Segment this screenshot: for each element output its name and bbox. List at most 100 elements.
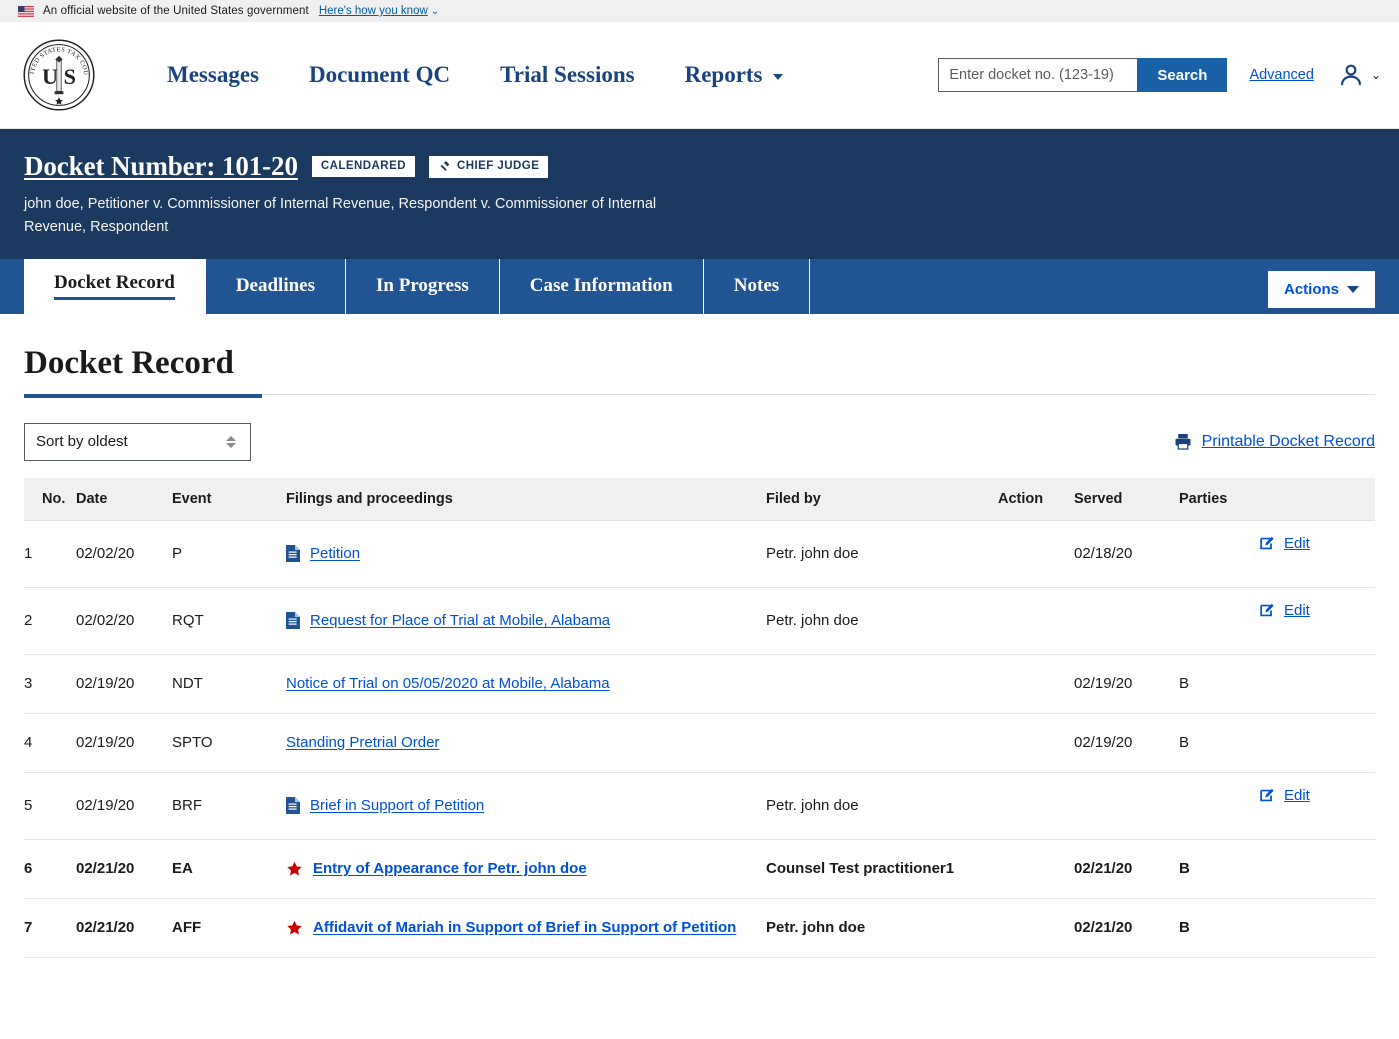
status-badge-label: CHIEF JUDGE	[456, 160, 540, 173]
star-icon	[287, 861, 302, 876]
advanced-search-link[interactable]: Advanced	[1249, 67, 1314, 83]
col-parties: Parties	[1179, 477, 1259, 521]
cell-filing: Request for Place of Trial at Mobile, Al…	[286, 588, 766, 654]
filing-link[interactable]: Standing Pretrial Order	[286, 734, 439, 751]
table-row: 1 02/02/20 P Petition Petr. john doe 02/18/20…	[24, 520, 1375, 588]
nav-item-messages[interactable]: Messages	[142, 56, 284, 94]
filing-link[interactable]: Brief in Support of Petition	[310, 797, 484, 814]
cell-parties: B	[1179, 919, 1190, 937]
cell-parties: B	[1179, 860, 1190, 878]
filing-link[interactable]: Request for Place of Trial at Mobile, Al…	[310, 612, 610, 629]
status-badge-chief-judge: CHIEF JUDGE	[428, 155, 549, 178]
filing-link[interactable]: Affidavit of Mariah in Support of Brief …	[313, 919, 736, 936]
account-menu[interactable]: ⌄	[1338, 62, 1381, 88]
us-tax-court-seal-logo: UNITED STATES TAX COURT U S	[22, 38, 95, 111]
docket-record-page: Docket Record Sort by oldest Printable D…	[0, 345, 1399, 958]
cell-served: 02/19/20	[1074, 734, 1133, 752]
status-badge-calendared: CALENDARED	[311, 156, 415, 177]
table-row: 6 02/21/20 EA Entry of Appearance for Petr.…	[24, 839, 1375, 899]
cell-event: NDT	[172, 675, 203, 693]
cell-date: 02/21/20	[76, 860, 135, 878]
table-row: 4 02/19/20 SPTO Standing Pretrial Order 02/1…	[24, 713, 1375, 773]
rule-accent	[24, 393, 262, 398]
cell-filed-by	[766, 655, 998, 713]
status-badge-label: CALENDARED	[320, 160, 406, 173]
edit-action[interactable]: Edit	[1259, 521, 1375, 552]
cell-date: 02/19/20	[76, 675, 135, 693]
table-row: 7 02/21/20 AFF Affidavit of Mariah in Suppo…	[24, 898, 1375, 958]
nav-item-document-qc[interactable]: Document QC	[284, 56, 475, 94]
cell-action	[998, 521, 1074, 587]
edit-label: Edit	[1284, 786, 1310, 804]
col-no: No.	[24, 477, 76, 521]
table-head: No. Date Event Filings and proceedings F…	[24, 477, 1375, 521]
site-header: UNITED STATES TAX COURT U S Messages Doc…	[0, 22, 1399, 129]
filing-link[interactable]: Notice of Trial on 05/05/2020 at Mobile,…	[286, 675, 610, 692]
search-button[interactable]: Search	[1137, 58, 1228, 92]
nav-item-reports[interactable]: Reports	[660, 56, 808, 94]
sort-stepper-icon	[226, 435, 236, 448]
table-row: 5 02/19/20 BRF Brief in Support of Petition…	[24, 772, 1375, 840]
cell-no: 3	[24, 675, 33, 693]
tab-case-information[interactable]: Case Information	[498, 258, 703, 314]
case-header: Docket Number: 101-20 CALENDARED CHIEF J…	[0, 129, 1399, 308]
edit-icon	[1260, 603, 1274, 617]
cell-filed-by	[766, 714, 998, 772]
actions-button[interactable]: Actions	[1267, 271, 1375, 308]
cell-parties: B	[1179, 675, 1190, 693]
search-input[interactable]	[938, 58, 1138, 92]
case-title-row: Docket Number: 101-20 CALENDARED CHIEF J…	[24, 151, 1375, 182]
tab-deadlines[interactable]: Deadlines	[204, 258, 345, 314]
cell-event: SPTO	[172, 734, 213, 752]
edit-action[interactable]: Edit	[1259, 588, 1375, 619]
cell-filing: Notice of Trial on 05/05/2020 at Mobile,…	[286, 655, 766, 713]
caret-down-icon	[1347, 286, 1359, 293]
cell-action	[998, 655, 1074, 713]
cell-action	[998, 714, 1074, 772]
cell-filing: Petition	[286, 521, 766, 587]
edit-action[interactable]: Edit	[1259, 773, 1375, 804]
tab-in-progress[interactable]: In Progress	[345, 258, 499, 314]
cell-action	[998, 840, 1074, 898]
edit-icon	[1260, 536, 1274, 550]
cell-filed-by: Petr. john doe	[766, 797, 859, 815]
col-edit	[1259, 477, 1375, 521]
document-icon	[286, 545, 300, 563]
col-action: Action	[998, 477, 1074, 521]
us-flag-icon	[18, 5, 34, 17]
cell-filing: Standing Pretrial Order	[286, 714, 766, 772]
cell-parties	[1179, 521, 1259, 587]
cell-event: P	[172, 545, 183, 563]
table-header-row: No. Date Event Filings and proceedings F…	[24, 477, 1375, 521]
cell-no: 1	[24, 545, 33, 563]
cell-served: 02/18/20	[1074, 545, 1133, 563]
how-you-know-link[interactable]: Here's how you know ⌄	[319, 5, 439, 17]
title-rule	[24, 393, 1375, 398]
chevron-down-icon: ⌄	[1370, 68, 1381, 82]
docket-record-table: No. Date Event Filings and proceedings F…	[24, 477, 1375, 958]
table-row: 2 02/02/20 RQT Request for Place of Trial a…	[24, 587, 1375, 655]
gavel-icon	[440, 160, 450, 171]
cell-date: 02/02/20	[76, 612, 135, 630]
printer-icon	[1175, 434, 1191, 450]
printable-docket-record-link[interactable]: Printable Docket Record	[1173, 432, 1375, 451]
cell-event: AFF	[172, 919, 202, 937]
sort-select[interactable]: Sort by oldest	[24, 422, 251, 461]
filing-link[interactable]: Entry of Appearance for Petr. john doe	[313, 860, 587, 877]
sort-select-value: Sort by oldest	[36, 433, 128, 451]
cell-parties	[1179, 773, 1259, 839]
col-served: Served	[1074, 477, 1179, 521]
col-filed-by: Filed by	[766, 477, 998, 521]
cell-action	[998, 773, 1074, 839]
tab-notes[interactable]: Notes	[702, 258, 809, 314]
tab-docket-record[interactable]: Docket Record	[24, 258, 205, 314]
docket-toolbar: Sort by oldest Printable Docket Record	[24, 422, 1375, 461]
cell-no: 2	[24, 612, 33, 630]
docket-number-title[interactable]: Docket Number: 101-20	[24, 151, 298, 182]
col-event: Event	[172, 477, 286, 521]
cell-action	[998, 899, 1074, 957]
gov-banner-text: An official website of the United States…	[43, 5, 309, 17]
nav-item-trial-sessions[interactable]: Trial Sessions	[475, 56, 659, 94]
filing-link[interactable]: Petition	[310, 545, 360, 562]
main-navigation: Messages Document QC Trial Sessions Repo…	[142, 56, 808, 94]
